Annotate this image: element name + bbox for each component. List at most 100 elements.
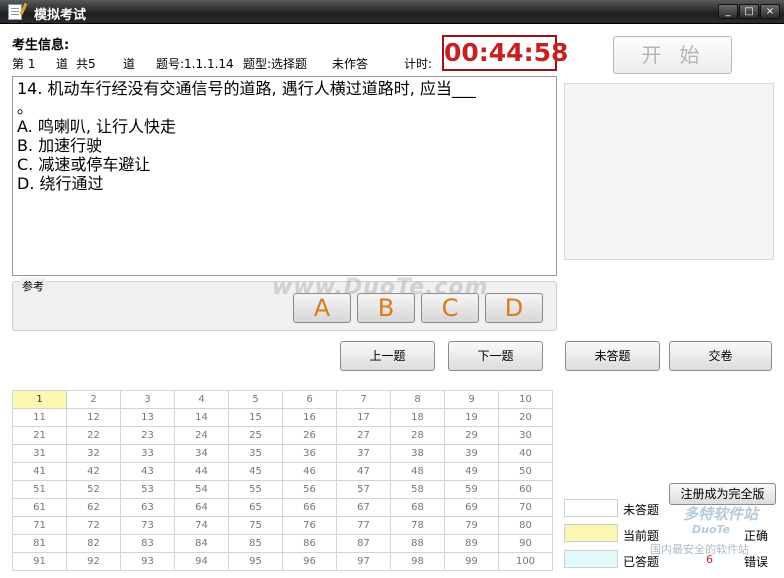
question-cell[interactable]: 88: [390, 534, 445, 553]
unanswered-button[interactable]: 未答题: [565, 341, 660, 371]
question-cell[interactable]: 36: [282, 444, 337, 463]
question-cell[interactable]: 49: [444, 462, 499, 481]
question-cell[interactable]: 81: [12, 534, 67, 553]
question-cell[interactable]: 10: [498, 390, 553, 409]
question-cell[interactable]: 83: [120, 534, 175, 553]
question-cell[interactable]: 27: [336, 426, 391, 445]
question-cell[interactable]: 39: [444, 444, 499, 463]
question-cell[interactable]: 97: [336, 552, 391, 571]
question-cell[interactable]: 34: [174, 444, 229, 463]
question-cell[interactable]: 11: [12, 408, 67, 427]
question-cell[interactable]: 3: [120, 390, 175, 409]
question-cell[interactable]: 25: [228, 426, 283, 445]
question-cell[interactable]: 16: [282, 408, 337, 427]
prev-question-button[interactable]: 上一题: [340, 341, 435, 371]
question-cell[interactable]: 87: [336, 534, 391, 553]
question-cell[interactable]: 63: [120, 498, 175, 517]
question-cell[interactable]: 96: [282, 552, 337, 571]
question-cell[interactable]: 42: [66, 462, 121, 481]
maximize-button[interactable]: □: [739, 4, 759, 19]
question-cell[interactable]: 57: [336, 480, 391, 499]
question-cell[interactable]: 93: [120, 552, 175, 571]
question-cell[interactable]: 13: [120, 408, 175, 427]
question-cell[interactable]: 52: [66, 480, 121, 499]
minimize-button[interactable]: _: [718, 4, 738, 19]
question-cell[interactable]: 12: [66, 408, 121, 427]
question-cell[interactable]: 80: [498, 516, 553, 535]
question-cell[interactable]: 53: [120, 480, 175, 499]
question-cell[interactable]: 74: [174, 516, 229, 535]
question-cell[interactable]: 71: [12, 516, 67, 535]
question-cell[interactable]: 31: [12, 444, 67, 463]
question-cell[interactable]: 9: [444, 390, 499, 409]
question-cell[interactable]: 19: [444, 408, 499, 427]
question-cell[interactable]: 2: [66, 390, 121, 409]
question-cell[interactable]: 72: [66, 516, 121, 535]
question-cell[interactable]: 22: [66, 426, 121, 445]
question-cell[interactable]: 55: [228, 480, 283, 499]
question-cell[interactable]: 68: [390, 498, 445, 517]
question-cell[interactable]: 84: [174, 534, 229, 553]
question-cell[interactable]: 60: [498, 480, 553, 499]
question-cell[interactable]: 91: [12, 552, 67, 571]
question-cell[interactable]: 15: [228, 408, 283, 427]
question-cell[interactable]: 30: [498, 426, 553, 445]
question-textbox[interactable]: 14. 机动车行经没有交通信号的道路, 遇行人横过道路时, 应当___ 。 A.…: [12, 76, 557, 276]
question-cell[interactable]: 95: [228, 552, 283, 571]
question-cell[interactable]: 69: [444, 498, 499, 517]
question-cell[interactable]: 62: [66, 498, 121, 517]
question-cell[interactable]: 85: [228, 534, 283, 553]
question-cell[interactable]: 92: [66, 552, 121, 571]
question-cell[interactable]: 37: [336, 444, 391, 463]
question-cell[interactable]: 38: [390, 444, 445, 463]
question-cell[interactable]: 100: [498, 552, 553, 571]
submit-button[interactable]: 交卷: [669, 341, 772, 371]
start-button[interactable]: 开始: [613, 36, 732, 74]
question-cell[interactable]: 24: [174, 426, 229, 445]
question-cell[interactable]: 29: [444, 426, 499, 445]
question-cell[interactable]: 17: [336, 408, 391, 427]
question-cell[interactable]: 59: [444, 480, 499, 499]
question-cell[interactable]: 98: [390, 552, 445, 571]
answer-a-button[interactable]: A: [293, 293, 351, 323]
question-cell[interactable]: 20: [498, 408, 553, 427]
question-cell[interactable]: 23: [120, 426, 175, 445]
question-cell[interactable]: 41: [12, 462, 67, 481]
question-cell[interactable]: 61: [12, 498, 67, 517]
question-cell[interactable]: 40: [498, 444, 553, 463]
question-cell[interactable]: 51: [12, 480, 67, 499]
question-cell[interactable]: 99: [444, 552, 499, 571]
question-cell[interactable]: 1: [12, 390, 67, 409]
register-button[interactable]: 注册成为完全版: [669, 483, 776, 505]
answer-b-button[interactable]: B: [357, 293, 415, 323]
question-cell[interactable]: 56: [282, 480, 337, 499]
answer-d-button[interactable]: D: [485, 293, 543, 323]
question-cell[interactable]: 58: [390, 480, 445, 499]
question-cell[interactable]: 94: [174, 552, 229, 571]
question-cell[interactable]: 4: [174, 390, 229, 409]
question-cell[interactable]: 82: [66, 534, 121, 553]
question-cell[interactable]: 46: [282, 462, 337, 481]
question-cell[interactable]: 26: [282, 426, 337, 445]
question-cell[interactable]: 8: [390, 390, 445, 409]
question-cell[interactable]: 77: [336, 516, 391, 535]
question-cell[interactable]: 64: [174, 498, 229, 517]
question-cell[interactable]: 66: [282, 498, 337, 517]
question-cell[interactable]: 73: [120, 516, 175, 535]
question-cell[interactable]: 44: [174, 462, 229, 481]
question-cell[interactable]: 86: [282, 534, 337, 553]
question-cell[interactable]: 14: [174, 408, 229, 427]
question-cell[interactable]: 43: [120, 462, 175, 481]
question-cell[interactable]: 7: [336, 390, 391, 409]
question-cell[interactable]: 21: [12, 426, 67, 445]
question-cell[interactable]: 5: [228, 390, 283, 409]
question-cell[interactable]: 70: [498, 498, 553, 517]
question-cell[interactable]: 18: [390, 408, 445, 427]
question-cell[interactable]: 47: [336, 462, 391, 481]
question-cell[interactable]: 35: [228, 444, 283, 463]
question-cell[interactable]: 50: [498, 462, 553, 481]
close-button[interactable]: ×: [760, 4, 780, 19]
question-cell[interactable]: 67: [336, 498, 391, 517]
question-cell[interactable]: 33: [120, 444, 175, 463]
question-cell[interactable]: 90: [498, 534, 553, 553]
